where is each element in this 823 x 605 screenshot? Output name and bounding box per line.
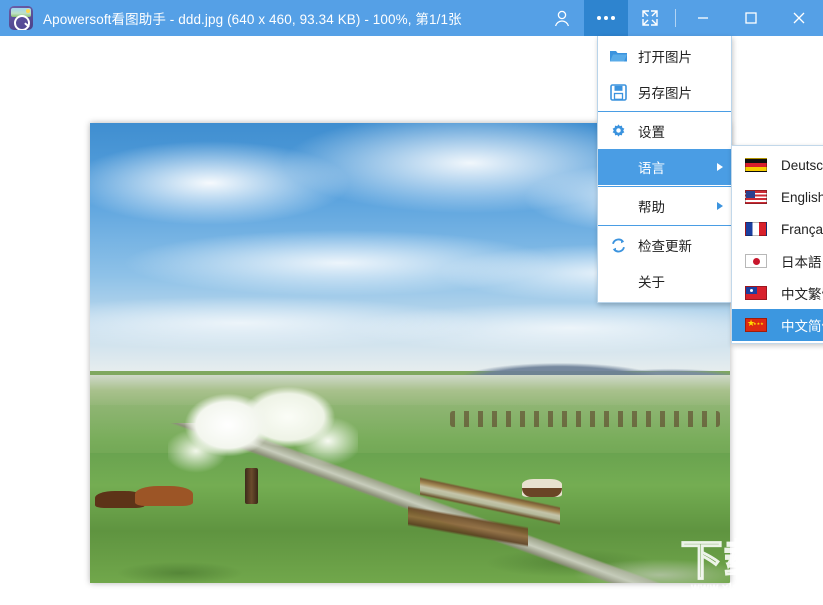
language-item-label: Français xyxy=(781,222,823,237)
menu-separator xyxy=(598,111,731,112)
window-controls xyxy=(540,0,823,36)
control-separator xyxy=(675,9,676,27)
japan-flag-icon xyxy=(745,254,767,268)
photo-stream-water xyxy=(420,423,560,583)
maximize-icon xyxy=(742,9,760,27)
person-icon xyxy=(552,8,572,28)
save-disk-icon xyxy=(598,84,638,101)
menu-separator xyxy=(598,225,731,226)
photo-water-patch xyxy=(540,535,730,583)
language-submenu[interactable]: Deutsch English Français 日本語 中文繁體 中文简体 xyxy=(731,145,823,344)
menu-item-about[interactable]: 关于 xyxy=(598,263,731,299)
menu-item-save-image[interactable]: 另存图片 xyxy=(598,74,731,110)
account-button[interactable] xyxy=(540,0,584,36)
window-title: Apowersoft看图助手 - ddd.jpg (640 x 460, 93.… xyxy=(43,8,462,28)
menu-item-label: 检查更新 xyxy=(638,235,709,255)
app-icon-sun xyxy=(26,9,30,13)
german-flag-icon xyxy=(745,158,767,172)
expand-arrows-icon xyxy=(641,9,659,27)
minimize-button[interactable] xyxy=(679,0,727,36)
language-item-japanese[interactable]: 日本語 xyxy=(732,245,823,277)
app-icon xyxy=(9,6,33,30)
maximize-button[interactable] xyxy=(727,0,775,36)
language-item-label: 日本語 xyxy=(781,251,822,271)
menu-item-check-update[interactable]: 检查更新 xyxy=(598,227,731,263)
language-item-english[interactable]: English xyxy=(732,181,823,213)
language-item-label: 中文简体 xyxy=(781,315,823,335)
minimize-icon xyxy=(694,9,712,27)
menu-item-settings[interactable]: 设置 xyxy=(598,113,731,149)
menu-separator xyxy=(598,186,731,187)
title-bar: Apowersoft看图助手 - ddd.jpg (640 x 460, 93.… xyxy=(0,0,823,36)
menu-item-label: 另存图片 xyxy=(638,82,709,102)
taiwan-flag-icon xyxy=(745,286,767,300)
photo-horse xyxy=(135,486,193,506)
menu-item-label: 打开图片 xyxy=(638,46,709,66)
menu-item-label: 语言 xyxy=(638,157,709,177)
language-item-label: English xyxy=(781,190,823,205)
menu-item-label: 关于 xyxy=(638,271,709,291)
close-icon xyxy=(790,9,808,27)
app-icon-lens xyxy=(14,15,30,30)
submenu-arrow-icon xyxy=(709,202,731,210)
menu-item-label: 帮助 xyxy=(638,196,709,216)
ellipsis-icon xyxy=(597,16,615,20)
menu-item-language[interactable]: 语言 xyxy=(598,149,731,185)
china-flag-icon xyxy=(745,318,767,332)
language-item-chinese-simplified[interactable]: 中文简体 xyxy=(732,309,823,341)
menu-item-help[interactable]: 帮助 xyxy=(598,188,731,224)
language-item-francais[interactable]: Français xyxy=(732,213,823,245)
france-flag-icon xyxy=(745,222,767,236)
language-item-deutsch[interactable]: Deutsch xyxy=(732,149,823,181)
refresh-icon xyxy=(598,237,638,254)
fullscreen-button[interactable] xyxy=(628,0,672,36)
close-button[interactable] xyxy=(775,0,823,36)
usa-flag-icon xyxy=(745,190,767,204)
submenu-arrow-icon xyxy=(709,163,731,171)
more-menu-button[interactable] xyxy=(584,0,628,36)
photo-blossom-tree xyxy=(168,375,358,495)
language-item-label: 中文繁體 xyxy=(781,283,823,303)
gear-icon xyxy=(598,123,638,140)
photo-horse xyxy=(522,479,562,497)
main-dropdown-menu[interactable]: 打开图片 另存图片 设置 语言 帮助 xyxy=(597,36,732,303)
menu-item-open-image[interactable]: 打开图片 xyxy=(598,38,731,74)
folder-open-icon xyxy=(598,48,638,64)
menu-item-label: 设置 xyxy=(638,121,709,141)
language-item-label: Deutsch xyxy=(781,158,823,173)
language-item-chinese-traditional[interactable]: 中文繁體 xyxy=(732,277,823,309)
